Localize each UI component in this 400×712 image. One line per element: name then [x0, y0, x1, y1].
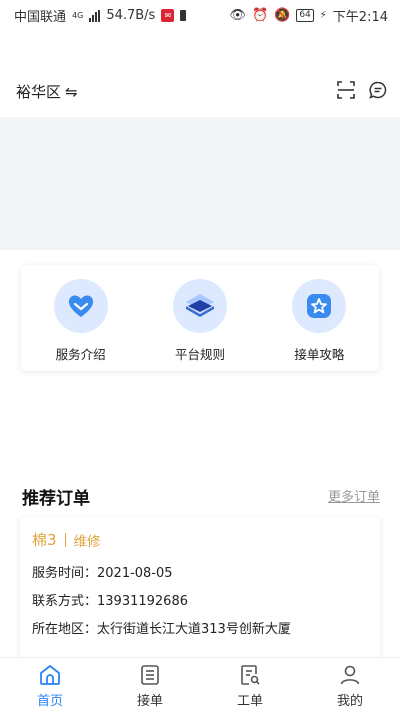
- signal-icon: [89, 9, 101, 22]
- bottom-tab-bar: 首页 接单 工单 我的: [0, 657, 400, 712]
- scan-icon[interactable]: [336, 80, 356, 100]
- order-contact: 联系方式：13931192686: [32, 594, 188, 609]
- list-icon: [141, 665, 159, 685]
- message-icon[interactable]: [368, 80, 388, 100]
- feature-platform-rules[interactable]: 平台规则: [140, 265, 259, 371]
- alarm-icon: ⏰: [251, 8, 269, 23]
- tab-home[interactable]: 首页: [0, 658, 100, 712]
- layers-icon: [172, 279, 227, 333]
- star-icon: [292, 279, 347, 333]
- feature-label: 服务介绍: [55, 347, 106, 362]
- tab-label: 首页: [36, 694, 63, 709]
- top-header: 裕华区 ⇋: [0, 76, 400, 106]
- order-card[interactable]: 棉3 维修 服务时间：2021-08-05 联系方式：13931192686 所…: [20, 517, 380, 657]
- feature-card: 服务介绍 平台规则 接单攻略: [21, 265, 379, 371]
- feature-label: 平台规则: [174, 347, 225, 362]
- banner-placeholder[interactable]: [0, 117, 400, 250]
- order-service-time: 服务时间：2021-08-05: [32, 566, 173, 581]
- eye-icon: 👁: [229, 8, 246, 23]
- location-selector[interactable]: 裕华区 ⇋: [16, 81, 78, 102]
- order-type: 维修: [73, 533, 101, 550]
- charging-icon: ⚡: [319, 10, 327, 21]
- clock: 下午2:14: [332, 10, 388, 25]
- tab-label: 接单: [136, 694, 163, 709]
- divider: [64, 532, 66, 547]
- carrier-label: 中国联通: [14, 10, 67, 25]
- battery-icon: 64: [296, 9, 314, 22]
- tab-workorders[interactable]: 工单: [200, 658, 300, 712]
- swap-icon: ⇋: [65, 82, 78, 101]
- storage-icon: [180, 10, 187, 21]
- home-icon: [40, 665, 60, 685]
- section-title: 推荐订单: [22, 489, 90, 509]
- feature-order-guide[interactable]: 接单攻略: [260, 265, 379, 371]
- feature-label: 接单攻略: [294, 347, 345, 362]
- more-orders-link[interactable]: 更多订单: [328, 486, 380, 505]
- location-label: 裕华区: [16, 83, 62, 101]
- heart-icon: [53, 279, 108, 333]
- network-speed: 54.7B/s: [106, 8, 156, 23]
- status-bar: 中国联通 4G 54.7B/s ✉ 👁 ⏰ 🔕 64 ⚡ 下午2:14: [0, 0, 400, 28]
- tab-label: 我的: [336, 694, 363, 709]
- network-type: 4G: [72, 11, 84, 20]
- order-name: 棉3: [32, 531, 57, 549]
- order-header: 棉3 维修: [32, 529, 101, 550]
- workorder-icon: [241, 665, 260, 685]
- order-area: 所在地区：太行街道长江大道313号创新大厦: [32, 622, 291, 637]
- user-icon: [340, 665, 360, 685]
- app-notification-icon: ✉: [161, 9, 175, 22]
- mute-icon: 🔕: [274, 8, 291, 23]
- tab-mine[interactable]: 我的: [300, 658, 400, 712]
- feature-service-intro[interactable]: 服务介绍: [21, 265, 140, 371]
- tab-orders[interactable]: 接单: [100, 658, 200, 712]
- tab-label: 工单: [236, 694, 263, 709]
